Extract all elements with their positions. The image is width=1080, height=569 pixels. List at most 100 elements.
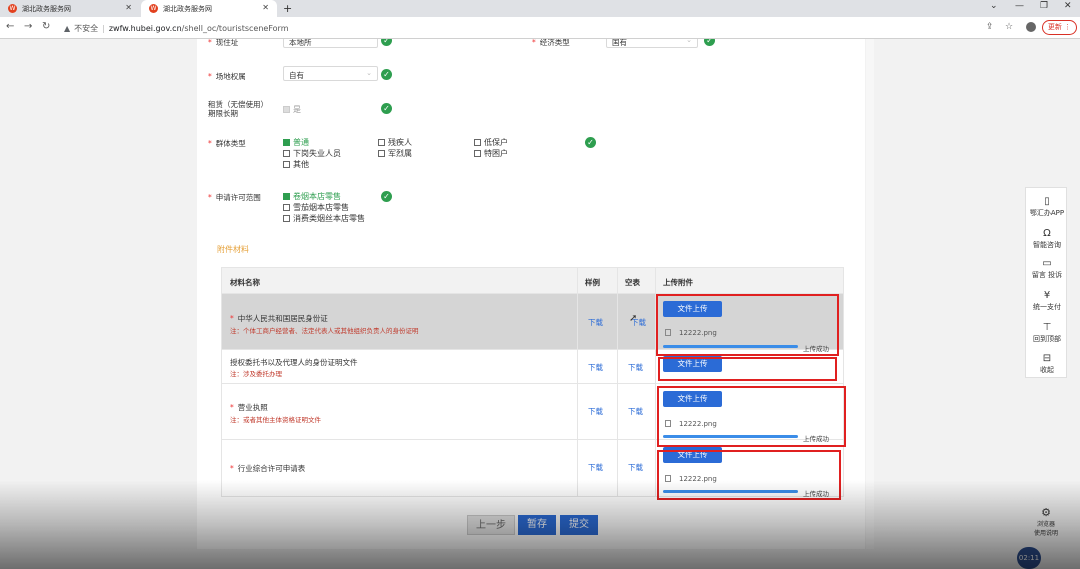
gear-icon: ⚙ (1041, 506, 1051, 519)
reload-icon[interactable]: ↻ (42, 21, 50, 32)
field-label: 现住址 (215, 39, 239, 47)
time-badge: 02:11 (1017, 547, 1041, 569)
blank-download-link[interactable]: 下载 (628, 406, 643, 417)
address-select[interactable]: 本地所 (283, 39, 378, 48)
material-name: * 营业执照 (230, 403, 268, 412)
economy-type-select[interactable]: 国有 ⌄ (606, 39, 698, 48)
material-note: 注：涉及委托办理 (230, 370, 282, 378)
chevron-down-icon: ⌄ (366, 69, 372, 77)
url-host: zwfw.hubei.gov.cn (108, 24, 182, 33)
option-label: 卷烟本店零售 (293, 192, 341, 201)
group-type-option[interactable]: 下岗失业人员 (283, 148, 341, 159)
window-close-icon[interactable]: ✕ (1064, 1, 1072, 11)
toolbar-label: 收起 (1040, 366, 1054, 374)
group-type-row: * 群体类型 (208, 139, 246, 148)
column-divider (617, 268, 618, 496)
close-icon[interactable]: ✕ (125, 3, 132, 12)
toolbar-label: 回到顶部 (1033, 335, 1061, 343)
column-header: 上传附件 (663, 278, 693, 287)
address-bar: ← → ↻ ▲ 不安全 | zwfw.hubei.gov.cn/shell_oc/to… (0, 17, 1080, 39)
scrollbar[interactable] (866, 39, 874, 549)
tab-title: 湖北政务服务网 (163, 4, 212, 13)
favicon-icon: W (149, 4, 158, 13)
field-label: 场地权属 (215, 72, 246, 81)
star-icon[interactable]: ☆ (1005, 22, 1013, 32)
tab-title: 湖北政务服务网 (22, 4, 71, 13)
group-type-option[interactable]: 特困户 (474, 148, 508, 159)
save-draft-button[interactable]: 暂存 (518, 515, 556, 535)
option-label: 特困户 (484, 149, 508, 158)
new-tab-button[interactable]: + (283, 2, 292, 15)
toolbar-label: 智能咨询 (1033, 241, 1061, 249)
select-value: 国有 (612, 39, 627, 47)
phone-icon: ▯ (1044, 196, 1050, 207)
yen-icon: ¥ (1043, 290, 1051, 301)
group-type-option[interactable]: 残疾人 (378, 137, 412, 148)
url-separator: | (102, 24, 105, 33)
address-row: * 现住址 (208, 39, 239, 47)
blank-download-link[interactable]: 下载 (628, 462, 643, 473)
collapse-item[interactable]: ⊟ 收起 (1026, 353, 1068, 375)
chevron-down-icon[interactable]: ⌄ (990, 1, 998, 11)
message-icon: ▭ (1042, 258, 1052, 269)
lease-checkbox[interactable]: 是 (283, 104, 301, 115)
browser-tab-bar: W 湖北政务服务网 ✕ W 湖北政务服务网 ✕ + ⌄ — ❐ ✕ (0, 0, 1080, 17)
previous-step-button[interactable]: 上一步 (467, 515, 515, 535)
restore-icon[interactable]: ❐ (1040, 1, 1048, 11)
feedback-item[interactable]: ▭ 留言 投诉 (1026, 258, 1068, 280)
group-type-option[interactable]: 军烈属 (378, 148, 412, 159)
guide-label: 使用说明 (1033, 530, 1058, 537)
update-button[interactable]: 更新 ⋮ (1042, 20, 1077, 35)
option-label: 其他 (293, 160, 309, 169)
option-label: 下岗失业人员 (293, 149, 341, 158)
browser-tab-active[interactable]: W 湖北政务服务网 ✕ (141, 0, 277, 17)
close-icon[interactable]: ✕ (262, 3, 269, 12)
group-type-option[interactable]: 其他 (283, 159, 309, 170)
blank-download-link[interactable]: 下载 (628, 362, 643, 373)
license-scope-option[interactable]: 雪茄烟本店零售 (283, 202, 349, 213)
avatar[interactable] (1026, 22, 1036, 32)
sample-download-link[interactable]: 下载 (588, 406, 603, 417)
smart-consult-item[interactable]: Ω 智能咨询 (1026, 228, 1068, 250)
highlight-box (657, 386, 846, 447)
column-divider (577, 268, 578, 496)
toolbar-label: 统一支付 (1033, 303, 1061, 311)
license-scope-option[interactable]: 卷烟本店零售 (283, 191, 341, 202)
option-label: 消费类烟丝本店零售 (293, 214, 365, 223)
browser-tab[interactable]: W 湖北政务服务网 ✕ (0, 0, 140, 17)
valid-check-icon: ✓ (381, 69, 392, 80)
sample-download-link[interactable]: 下载 (588, 317, 603, 328)
payment-item[interactable]: ¥ 统一支付 (1026, 290, 1068, 312)
group-type-option[interactable]: 普通 (283, 137, 309, 148)
valid-check-icon: ✓ (381, 191, 392, 202)
share-icon[interactable]: ⇪ (986, 22, 994, 32)
column-header: 空表 (625, 278, 640, 287)
top-icon: ⊤ (1042, 322, 1052, 333)
browser-guide[interactable]: ⚙ 浏览器 使用说明 (1025, 506, 1067, 537)
minimize-icon[interactable]: — (1015, 1, 1024, 11)
page: * 现住址 本地所 ✓ * 经济类型 国有 ⌄ ✓ * 场地权属 自有 ⌄ ✓ 租赁（无偿… (0, 39, 1080, 569)
submit-button[interactable]: 提交 (560, 515, 598, 535)
highlight-box (656, 294, 839, 356)
field-label: 群体类型 (215, 139, 246, 148)
url-field[interactable]: ▲ 不安全 | zwfw.hubei.gov.cn/shell_oc/tourists… (64, 23, 288, 34)
back-icon[interactable]: ← (6, 21, 14, 32)
forward-icon[interactable]: → (24, 21, 32, 32)
sample-download-link[interactable]: 下载 (588, 362, 603, 373)
license-scope-option[interactable]: 消费类烟丝本店零售 (283, 213, 365, 224)
back-to-top-item[interactable]: ⊤ 回到顶部 (1026, 322, 1068, 344)
insecure-label: 不安全 (74, 24, 99, 33)
select-value: 本地所 (289, 39, 312, 47)
highlight-box (657, 450, 841, 500)
option-label: 雪茄烟本店零售 (293, 203, 349, 212)
site-ownership-select[interactable]: 自有 ⌄ (283, 66, 378, 81)
collapse-icon: ⊟ (1042, 353, 1052, 364)
app-download-item[interactable]: ▯ 鄂汇办APP (1026, 196, 1068, 218)
sample-download-link[interactable]: 下载 (588, 462, 603, 473)
valid-check-icon: ✓ (585, 137, 596, 148)
group-type-option[interactable]: 低保户 (474, 137, 508, 148)
economy-type-row: * 经济类型 (532, 39, 570, 47)
field-label: 经济类型 (539, 39, 570, 47)
column-header: 样例 (585, 278, 600, 287)
option-label: 是 (293, 105, 301, 114)
